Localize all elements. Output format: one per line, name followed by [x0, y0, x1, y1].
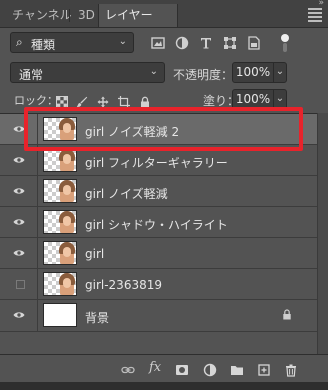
visibility-cell[interactable]: [0, 269, 38, 299]
blend-mode-dropdown[interactable]: 通常 ⌄: [10, 62, 165, 83]
filter-kind-dropdown[interactable]: ⌕ 種類 ⌄: [10, 32, 134, 53]
blend-row: 通常 ⌄ 不透明度： 100% ⌄: [0, 59, 328, 87]
opacity-label: 不透明度：: [173, 68, 234, 82]
eye-icon[interactable]: [13, 249, 25, 257]
new-group-folder-icon[interactable]: [230, 362, 244, 376]
add-mask-icon[interactable]: [175, 362, 189, 376]
trash-icon[interactable]: [284, 362, 298, 377]
search-icon: ⌕: [16, 35, 23, 49]
layer-name[interactable]: girl フィルターギャラリー: [85, 154, 228, 171]
panel-footer: [0, 382, 328, 390]
eye-icon[interactable]: [13, 218, 25, 226]
layer-thumbnail[interactable]: [43, 272, 77, 296]
layer-row[interactable]: girl シャドウ・ハイライト: [0, 207, 317, 238]
tab-divider: [69, 9, 70, 22]
chevron-down-icon: ⌄: [118, 36, 127, 47]
layer-thumbnail[interactable]: [43, 210, 77, 234]
chevron-down-icon: ⌄: [149, 66, 158, 77]
layer-row[interactable]: girl: [0, 238, 317, 269]
lock-label: ロック：: [14, 94, 58, 107]
layer-name[interactable]: girl シャドウ・ハイライト: [85, 216, 228, 233]
lock-image-pixels-icon[interactable]: [76, 93, 88, 107]
collapse-panel-icon[interactable]: »: [318, 0, 324, 8]
opacity-chevron-icon[interactable]: ⌄: [273, 62, 287, 83]
visibility-cell[interactable]: [0, 300, 38, 331]
layer-thumbnail[interactable]: [43, 148, 77, 172]
link-layers-icon[interactable]: [121, 362, 135, 376]
filter-kind-label: 種類: [31, 38, 56, 52]
eye-icon[interactable]: [13, 311, 25, 319]
shape-filter-icon[interactable]: [223, 36, 237, 50]
filter-row: ⌕ 種類 ⌄: [0, 28, 328, 58]
tab-channels[interactable]: チャンネル: [6, 4, 78, 27]
opacity-input[interactable]: 100%: [232, 62, 274, 83]
eye-icon[interactable]: [13, 187, 25, 195]
adjustment-filter-icon[interactable]: [175, 36, 189, 50]
layer-thumbnail[interactable]: [43, 303, 77, 327]
visibility-cell[interactable]: [0, 207, 38, 237]
layer-row[interactable]: girl ノイズ軽減: [0, 176, 317, 207]
blend-mode-value: 通常: [19, 68, 44, 82]
layer-style-fx-icon[interactable]: fx: [149, 360, 161, 375]
lock-all-icon[interactable]: [139, 93, 151, 108]
image-filter-icon[interactable]: [151, 36, 165, 50]
layer-thumbnail[interactable]: [43, 179, 77, 203]
selection-highlight-annotation: [24, 107, 303, 151]
layer-name[interactable]: girl: [85, 247, 104, 261]
layers-bottom-toolbar: fx: [0, 354, 328, 383]
visibility-cell[interactable]: [0, 176, 38, 206]
layers-scrollbar[interactable]: [317, 113, 328, 354]
visibility-toggle-off[interactable]: [16, 280, 25, 289]
lock-artboard-icon[interactable]: [118, 93, 130, 108]
eye-icon[interactable]: [13, 156, 25, 164]
tab-bar: チャンネル 3D レイヤー »: [0, 0, 328, 28]
layer-row[interactable]: girl-2363819: [0, 269, 317, 300]
adjustment-layer-icon[interactable]: [203, 362, 217, 377]
smart-object-filter-icon[interactable]: [247, 36, 261, 50]
new-layer-icon[interactable]: [257, 362, 271, 376]
panel-menu-icon[interactable]: [308, 8, 322, 24]
layer-lock-icon: [283, 309, 291, 320]
tab-layers[interactable]: レイヤー: [98, 4, 178, 27]
type-filter-icon[interactable]: [199, 36, 213, 50]
filter-toggle-switch[interactable]: [281, 34, 289, 52]
layer-name[interactable]: girl-2363819: [85, 278, 162, 292]
lock-position-icon[interactable]: [97, 93, 109, 108]
layer-name[interactable]: girl ノイズ軽減: [85, 185, 168, 202]
layer-thumbnail[interactable]: [43, 241, 77, 265]
layer-row[interactable]: 背景: [0, 300, 317, 332]
tab-layers-label: レイヤー: [105, 8, 153, 22]
layers-panel: チャンネル 3D レイヤー » ⌕ 種類 ⌄ 通常 ⌄ 不透明度： 100% ⌄…: [0, 0, 328, 390]
tab-3d[interactable]: 3D: [72, 4, 101, 27]
visibility-cell[interactable]: [0, 238, 38, 268]
lock-transparent-pixels-icon[interactable]: [56, 93, 68, 108]
layer-name[interactable]: 背景: [85, 309, 109, 326]
